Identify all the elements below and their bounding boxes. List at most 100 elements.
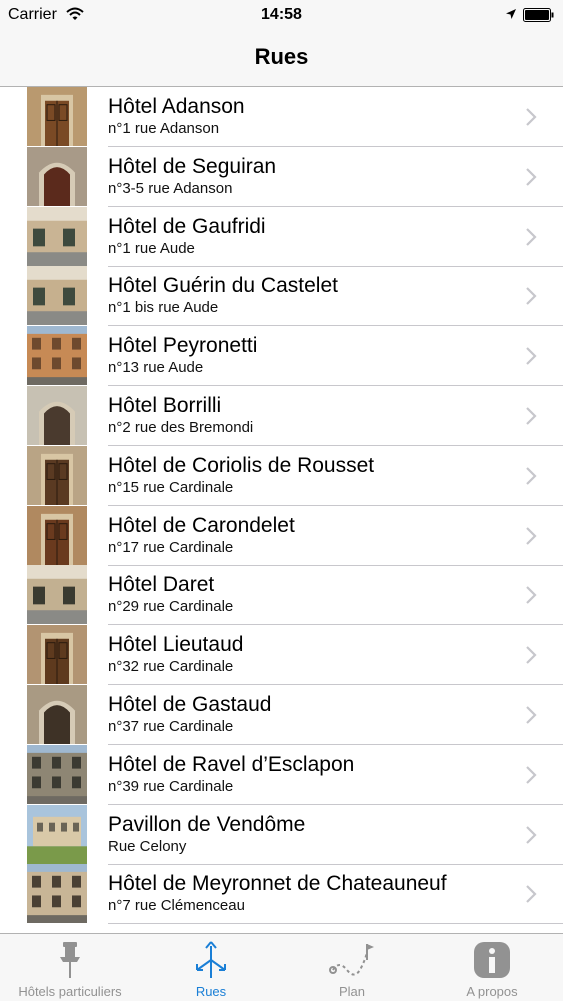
hotel-address: n°37 rue Cardinale bbox=[108, 718, 234, 735]
tab-rues[interactable]: Rues bbox=[141, 934, 281, 1001]
hotel-name: Hôtel de Carondelet bbox=[108, 513, 295, 537]
hotel-thumbnail bbox=[27, 146, 87, 206]
hotel-name: Pavillon de Vendôme bbox=[108, 812, 306, 836]
list-item[interactable]: Hôtel de Ravel d’Esclapon n°39 rue Cardi… bbox=[0, 744, 563, 805]
list-item[interactable]: Hôtel Adanson n°1 rue Adanson bbox=[0, 87, 563, 147]
hotel-address: n°3-5 rue Adanson bbox=[108, 179, 233, 197]
hotel-name: Hôtel de Gastaud bbox=[108, 693, 272, 716]
hotel-address: n°2 rue des Bremondi bbox=[108, 419, 254, 436]
list-item-text: Pavillon de Vendôme Rue Celony bbox=[108, 812, 305, 856]
hotel-name: Hôtel Borrilli bbox=[108, 394, 222, 417]
tab-bar: Hôtels particuliers Rues Plan A propos bbox=[0, 933, 563, 1001]
list-item-text: Hôtel de Coriolis de Rousset n°15 rue Ca… bbox=[108, 453, 374, 497]
list-item[interactable]: Hôtel Peyronetti n°13 rue Aude bbox=[0, 326, 563, 387]
hotel-name: Hôtel de Gaufridi bbox=[108, 214, 266, 238]
status-bar: Carrier 14:58 bbox=[0, 0, 563, 30]
hotel-address: n°32 rue Cardinale bbox=[108, 658, 234, 676]
hotel-thumbnail bbox=[27, 804, 87, 864]
list-item-text: Hôtel Guérin du Castelet n°1 bis rue Aud… bbox=[108, 273, 338, 317]
list-item[interactable]: Pavillon de Vendôme Rue Celony bbox=[0, 804, 563, 865]
hotel-address: n°17 rue Cardinale bbox=[108, 538, 234, 556]
status-time: 14:58 bbox=[261, 6, 302, 23]
hotel-address: n°13 rue Aude bbox=[108, 359, 204, 377]
tab-label: Plan bbox=[338, 984, 366, 999]
tab-plan[interactable]: Plan bbox=[282, 934, 422, 1001]
list-item[interactable]: Hôtel Daret n°29 rue Cardinale bbox=[0, 565, 563, 626]
chevron-right-icon bbox=[526, 467, 537, 485]
hotel-thumbnail bbox=[27, 266, 87, 326]
list-item[interactable]: Hôtel de Coriolis de Rousset n°15 rue Ca… bbox=[0, 445, 563, 506]
chevron-right-icon bbox=[526, 407, 537, 425]
hotel-name: Hôtel Guérin du Castelet bbox=[108, 274, 338, 298]
list-item[interactable]: Hôtel de Seguiran n°3-5 rue Adanson bbox=[0, 146, 563, 207]
list-item-text: Hôtel Daret n°29 rue Cardinale bbox=[108, 572, 233, 616]
signpost-icon bbox=[193, 940, 229, 985]
info-icon bbox=[472, 940, 512, 985]
tab-label: A propos bbox=[466, 984, 518, 999]
pin-icon bbox=[55, 940, 85, 985]
list-item-text: Hôtel de Meyronnet de Chateauneuf n°7 ru… bbox=[108, 871, 447, 915]
list-item[interactable]: Hôtel de Carondelet n°17 rue Cardinale bbox=[0, 505, 563, 566]
hotel-name: Hôtel Lieutaud bbox=[108, 633, 244, 657]
chevron-right-icon bbox=[526, 168, 537, 186]
hotel-thumbnail bbox=[27, 386, 87, 445]
hotel-address: n°29 rue Cardinale bbox=[108, 598, 234, 616]
list-item[interactable]: Hôtel Guérin du Castelet n°1 bis rue Aud… bbox=[0, 266, 563, 327]
list-item-text: Hôtel de Gastaud n°37 rue Cardinale bbox=[108, 692, 271, 736]
list-item[interactable]: Hôtel de Gastaud n°37 rue Cardinale bbox=[0, 685, 563, 745]
hotel-thumbnail bbox=[27, 565, 87, 625]
tab-label: Hôtels particuliers bbox=[18, 984, 122, 999]
page-title: Rues bbox=[254, 44, 309, 69]
hotel-address: n°15 rue Cardinale bbox=[108, 478, 234, 496]
chevron-right-icon bbox=[526, 646, 537, 664]
hotel-thumbnail bbox=[27, 206, 87, 266]
chevron-right-icon bbox=[526, 706, 537, 724]
battery-icon bbox=[523, 8, 554, 22]
hotel-address: n°1 rue Aude bbox=[108, 239, 195, 257]
hotel-name: Hôtel de Meyronnet de Chateauneuf bbox=[108, 872, 447, 896]
list-item[interactable]: Hôtel de Gaufridi n°1 rue Aude bbox=[0, 206, 563, 267]
hotel-thumbnail bbox=[27, 87, 87, 146]
chevron-right-icon bbox=[526, 766, 537, 784]
chevron-right-icon bbox=[526, 586, 537, 605]
list-item-text: Hôtel Borrilli n°2 rue des Bremondi bbox=[108, 393, 253, 437]
tab-label: Rues bbox=[195, 984, 227, 999]
hotel-thumbnail bbox=[27, 744, 87, 804]
hotel-address: n°39 rue Cardinale bbox=[108, 777, 234, 795]
route-icon bbox=[329, 940, 375, 985]
location-arrow-icon bbox=[506, 9, 516, 19]
hotel-name: Hôtel Daret bbox=[108, 573, 215, 597]
hotel-name: Hôtel de Coriolis de Rousset bbox=[108, 453, 375, 477]
list-item-text: Hôtel de Carondelet n°17 rue Cardinale bbox=[108, 513, 295, 557]
hotel-thumbnail bbox=[27, 505, 87, 565]
hotel-name: Hôtel de Ravel d’Esclapon bbox=[108, 752, 355, 776]
hotel-name: Hôtel Adanson bbox=[108, 95, 245, 118]
list-item[interactable]: Hôtel Borrilli n°2 rue des Bremondi bbox=[0, 386, 563, 446]
chevron-right-icon bbox=[526, 347, 537, 365]
chevron-right-icon bbox=[526, 526, 537, 545]
chevron-right-icon bbox=[526, 287, 537, 306]
hotel-address: n°7 rue Clémenceau bbox=[108, 897, 245, 915]
list-item-text: Hôtel Lieutaud n°32 rue Cardinale bbox=[108, 632, 243, 676]
navigation-bar: Rues bbox=[0, 30, 563, 87]
hotel-thumbnail bbox=[27, 625, 87, 685]
hotel-address: n°1 bis rue Aude bbox=[108, 299, 219, 317]
chevron-right-icon bbox=[526, 108, 537, 126]
list-item[interactable]: Hôtel de Meyronnet de Chateauneuf n°7 ru… bbox=[0, 864, 563, 925]
tab-a-propos[interactable]: A propos bbox=[422, 934, 562, 1001]
hotel-thumbnail bbox=[27, 685, 87, 744]
hotel-address: n°1 rue Adanson bbox=[108, 120, 220, 137]
tab-hôtels-particuliers[interactable]: Hôtels particuliers bbox=[0, 934, 140, 1001]
hotel-thumbnail bbox=[27, 445, 87, 505]
chevron-right-icon bbox=[526, 227, 537, 246]
hotel-name: Hôtel de Seguiran bbox=[108, 154, 277, 178]
list-item[interactable]: Hôtel Lieutaud n°32 rue Cardinale bbox=[0, 625, 563, 686]
row-separator bbox=[108, 923, 563, 925]
list-item-text: Hôtel de Gaufridi n°1 rue Aude bbox=[108, 214, 266, 258]
list-item-text: Hôtel de Ravel d’Esclapon n°39 rue Cardi… bbox=[108, 752, 354, 796]
list-item-text: Hôtel de Seguiran n°3-5 rue Adanson bbox=[108, 154, 276, 198]
list-item-text: Hôtel Peyronetti n°13 rue Aude bbox=[108, 333, 257, 377]
hotel-thumbnail bbox=[27, 864, 87, 924]
hotel-list[interactable]: Hôtel Adanson n°1 rue Adanson Hôtel de S… bbox=[0, 87, 563, 933]
chevron-right-icon bbox=[526, 825, 537, 844]
